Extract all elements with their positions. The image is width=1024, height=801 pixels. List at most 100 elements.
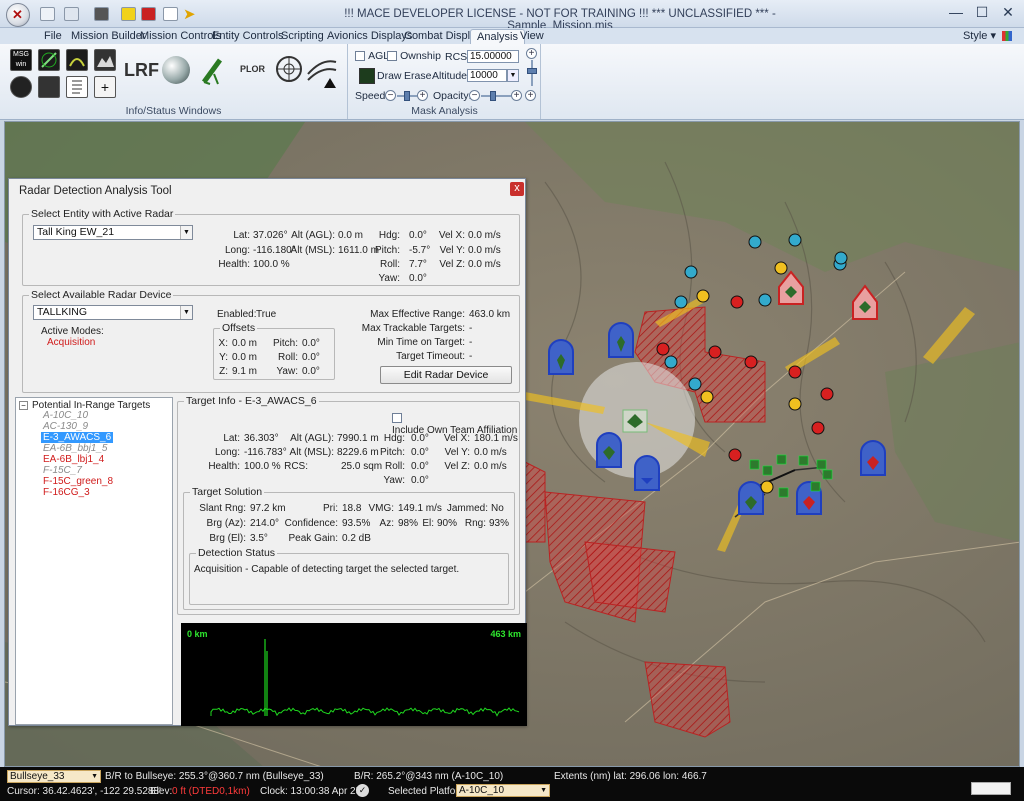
selected-awacs-unit[interactable] (622, 409, 648, 433)
mortar-icon[interactable] (200, 56, 228, 86)
lrf-icon[interactable]: LRF (124, 60, 159, 81)
maximize-button[interactable]: ☐ (970, 4, 994, 22)
friendly-unit[interactable] (548, 339, 574, 375)
device-select-value: TALLKING (37, 306, 87, 318)
rcs-increase-button[interactable]: + (526, 48, 537, 59)
min-time-label: Min Time on Target: (377, 337, 465, 348)
new-file-icon[interactable] (40, 7, 55, 21)
msg-window-icon[interactable]: MSG win (10, 49, 32, 71)
agl-checkbox[interactable]: AGL (355, 50, 389, 62)
speed-slider-handle[interactable] (404, 91, 410, 101)
speed-decrease-button[interactable]: − (385, 90, 396, 101)
target-item[interactable]: EA-6B_bbj1_5 (43, 443, 108, 454)
bullseye-select[interactable]: Bullseye_33 ▼ (7, 770, 101, 783)
globe-icon[interactable] (162, 56, 190, 84)
terrain-icon[interactable] (94, 49, 116, 71)
target-vel-y-label: Vel Y: (444, 447, 470, 458)
target-lat-label: Lat: (223, 433, 240, 444)
friendly-unit[interactable] (634, 455, 660, 491)
add-panel-icon[interactable]: + (94, 76, 116, 98)
friendly-unit[interactable] (608, 322, 634, 358)
style-menu[interactable]: Style ▾ (963, 29, 996, 42)
pri-value: 18.8 (342, 503, 362, 514)
target-vel-x-label: Vel X: (443, 433, 470, 444)
clock-check-icon[interactable]: ✓ (356, 784, 369, 797)
alt-msl-label: Alt (MSL): (290, 245, 335, 256)
tab-view[interactable]: View (514, 29, 550, 44)
opacity-slider-handle[interactable] (490, 91, 496, 101)
opacity-slider[interactable] (481, 95, 511, 97)
sam-site-icon[interactable] (66, 49, 88, 71)
target-item[interactable]: F-16CG_3 (43, 487, 90, 498)
friendly-unit[interactable] (596, 432, 622, 468)
altitude-input[interactable]: 10000 (467, 69, 507, 82)
target-item[interactable]: F-15C_green_8 (43, 476, 113, 487)
stop-icon[interactable] (141, 7, 156, 21)
draw-icon[interactable] (359, 68, 375, 84)
device-select[interactable]: TALLKING ▼ (33, 305, 193, 320)
entity-select[interactable]: Tall King EW_21 ▼ (33, 225, 193, 240)
erase-button[interactable]: Erase (404, 70, 431, 82)
device-group: Select Available Radar Device TALLKING ▼… (22, 289, 520, 393)
altitude-dropdown-icon[interactable]: ▼ (507, 69, 519, 82)
altitude-label: Altitude: (432, 70, 470, 82)
play-icon[interactable] (94, 7, 109, 21)
minimize-button[interactable]: — (944, 4, 968, 22)
edit-radar-device-button[interactable]: Edit Radar Device (380, 366, 512, 384)
tools-icon[interactable] (163, 7, 178, 21)
speed-increase-button[interactable]: + (417, 90, 428, 101)
mask-analysis-group: AGL Ownship RCS: 15.00000 Draw Erase Alt… (349, 44, 541, 119)
crosshair-icon[interactable] (276, 56, 302, 82)
platform-select[interactable]: A-10C_10 ▼ (456, 784, 550, 797)
range-arcs-icon[interactable] (306, 54, 338, 88)
ownship-label: Ownship (400, 50, 441, 62)
opacity-increase-button[interactable]: + (511, 90, 522, 101)
rcs-input[interactable]: 15.00000 (467, 50, 519, 63)
friendly-unit[interactable] (860, 440, 886, 476)
draw-button[interactable]: Draw (377, 70, 402, 82)
offset-z-label: Z: (219, 366, 228, 377)
opacity-max-button[interactable]: + (525, 90, 536, 101)
rcs-slider-handle[interactable] (527, 68, 537, 74)
opacity-decrease-button[interactable]: − (469, 90, 480, 101)
ribbon: MSG win + LRF PLOR Info/Status Windows A… (0, 44, 1024, 120)
elev-value: 0 ft (DTED0,1km) (172, 786, 250, 797)
color-scheme-icon[interactable] (1002, 31, 1012, 41)
friendly-unit[interactable] (738, 481, 764, 515)
target-item[interactable]: F-15C_7 (43, 465, 82, 476)
offset-y-label: Y: (219, 352, 228, 363)
pause-icon[interactable] (121, 7, 136, 21)
close-window-button[interactable]: ✕ (996, 4, 1020, 22)
gauge-icon[interactable] (38, 76, 60, 98)
target-vel-x-value: 180.1 m/s (474, 433, 518, 444)
radar-scope-icon[interactable] (38, 49, 60, 71)
save-icon[interactable] (64, 7, 79, 21)
target-info-label: Target Info - E-3_AWACS_6 (184, 395, 319, 407)
ownship-checkbox[interactable]: Ownship (387, 50, 441, 62)
alt-agl-value: 0.0 m (338, 230, 364, 241)
cursor-arrow-icon[interactable]: ➤ (183, 5, 197, 23)
target-vel-z-value: 0.0 m/s (474, 461, 507, 472)
platform-select-value: A-10C_10 (459, 785, 505, 796)
target-item[interactable]: EA-6B_lbj1_4 (43, 454, 104, 465)
checklist-icon[interactable] (66, 76, 88, 98)
confidence-label: Confidence: (284, 518, 338, 529)
target-item[interactable]: E-3_AWACS_6 (41, 432, 114, 443)
chevron-down-icon: ▼ (180, 226, 192, 239)
tree-collapse-icon[interactable]: − (19, 401, 28, 410)
title-bar: ✕ ➤ !!! MACE DEVELOPER LICENSE - NOT FOR… (0, 0, 1024, 32)
offset-pitch-label: Pitch: (272, 338, 298, 349)
target-item[interactable]: A-10C_10 (43, 410, 88, 421)
targets-tree[interactable]: − Potential In-Range Targets A-10C_10 AC-… (15, 397, 173, 725)
plor-icon[interactable]: PLOR (240, 64, 265, 74)
tab-file[interactable]: File (38, 29, 68, 44)
target-item[interactable]: AC-130_9 (43, 421, 88, 432)
status-indicator-box[interactable] (971, 782, 1011, 795)
chevron-down-icon: ▼ (91, 773, 98, 780)
ammo-icon[interactable] (10, 76, 32, 98)
active-modes-label: Active Modes: (41, 326, 104, 337)
dialog-close-button[interactable]: x (510, 182, 524, 196)
app-menu-button[interactable]: ✕ (6, 3, 30, 27)
vel-z-value: 0.0 m/s (468, 259, 501, 270)
target-rcs-label: RCS: (284, 461, 308, 472)
